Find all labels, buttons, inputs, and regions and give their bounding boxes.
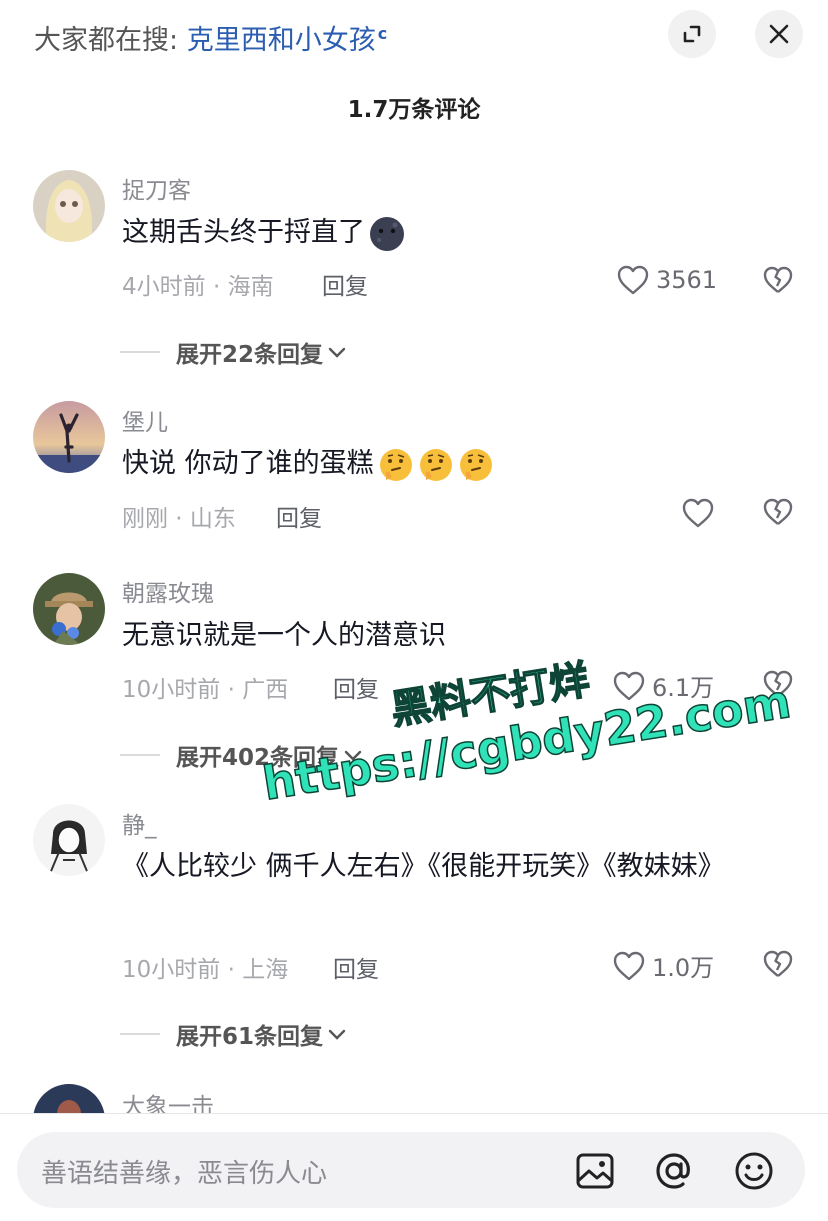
comment-meta: 4小时前 · 海南 [122, 274, 274, 300]
smiley-icon[interactable] [734, 1151, 774, 1191]
comment-count: 1.7万条评论 [347, 97, 481, 123]
comment-text: 快说 你动了谁的蛋糕 [122, 441, 762, 486]
thinking-face-emoji [379, 448, 412, 481]
comment-meta: 10小时前 · 上海 [122, 957, 289, 983]
broken-heart-icon[interactable] [762, 497, 794, 527]
username[interactable]: 堡儿 [122, 403, 168, 437]
divider [120, 1033, 160, 1035]
top-bar: 大家都在搜: 克里西和小女孩 𝗰 [0, 0, 828, 70]
chevron-down-icon [328, 347, 346, 358]
broken-heart-icon[interactable] [762, 949, 794, 979]
close-icon [769, 24, 789, 44]
chevron-down-icon [328, 1029, 346, 1040]
expand-icon [683, 25, 701, 43]
search-icon: 𝗰 [377, 24, 388, 43]
like-button[interactable] [681, 497, 715, 529]
comment-text: 无意识就是一个人的潜意识 [122, 620, 446, 651]
reply-button[interactable]: 回复 [333, 670, 379, 704]
divider [120, 351, 160, 353]
username[interactable]: 静_ [122, 806, 157, 840]
broken-heart-icon[interactable] [762, 669, 794, 699]
heart-icon [682, 498, 714, 528]
avatar[interactable] [33, 170, 105, 242]
reply-button[interactable]: 回复 [333, 950, 379, 984]
at-icon[interactable] [654, 1151, 694, 1191]
username[interactable]: 朝露玫瑰 [122, 574, 214, 608]
reply-button[interactable]: 回复 [322, 267, 368, 301]
like-button[interactable]: 6.1万 [612, 668, 714, 703]
dark-moon-face-emoji [370, 216, 404, 251]
thinking-face-emoji [459, 448, 492, 481]
close-button[interactable] [755, 10, 803, 58]
expand-replies-button[interactable]: 展开402条回复 [120, 738, 365, 772]
like-count: 3561 [656, 266, 718, 294]
like-count: 6.1万 [652, 674, 715, 702]
comment-input-bar: 善语结善缘，恶言伤人心 [0, 1114, 828, 1221]
heart-icon [613, 951, 645, 980]
expand-replies-button[interactable]: 展开61条回复 [120, 1017, 349, 1051]
divider [120, 754, 160, 756]
search-term[interactable]: 克里西和小女孩 [187, 25, 376, 56]
comment-input-placeholder: 善语结善缘，恶言伤人心 [41, 1159, 328, 1189]
search-prefix: 大家都在搜: [34, 25, 179, 56]
chevron-down-icon [344, 750, 362, 761]
comment-input[interactable]: 善语结善缘，恶言伤人心 [17, 1132, 805, 1208]
avatar[interactable] [33, 573, 105, 645]
expand-replies-button[interactable]: 展开22条回复 [120, 335, 349, 369]
comment-meta: 10小时前 · 广西 [122, 677, 289, 703]
expand-button[interactable] [668, 10, 716, 58]
avatar[interactable] [33, 401, 105, 473]
thinking-face-emoji [419, 448, 452, 481]
like-button[interactable]: 3561 [616, 264, 717, 296]
search-suggestion[interactable]: 大家都在搜: 克里西和小女孩 𝗰 [34, 18, 387, 57]
heart-icon [617, 265, 649, 295]
like-count: 1.0万 [652, 954, 715, 982]
broken-heart-icon[interactable] [762, 265, 794, 295]
like-button[interactable]: 1.0万 [612, 948, 714, 983]
image-icon[interactable] [575, 1151, 615, 1191]
comment-meta: 刚刚 · 山东 [122, 506, 236, 532]
username[interactable]: 捉刀客 [122, 171, 191, 205]
avatar[interactable] [33, 804, 105, 876]
comment-text: 这期舌头终于捋直了 [122, 210, 762, 255]
reply-button[interactable]: 回复 [276, 499, 322, 533]
heart-icon [613, 671, 645, 700]
comment-text: 《人比较少 俩千人左右》《很能开玩笑》《教妹妹》 [122, 851, 725, 882]
